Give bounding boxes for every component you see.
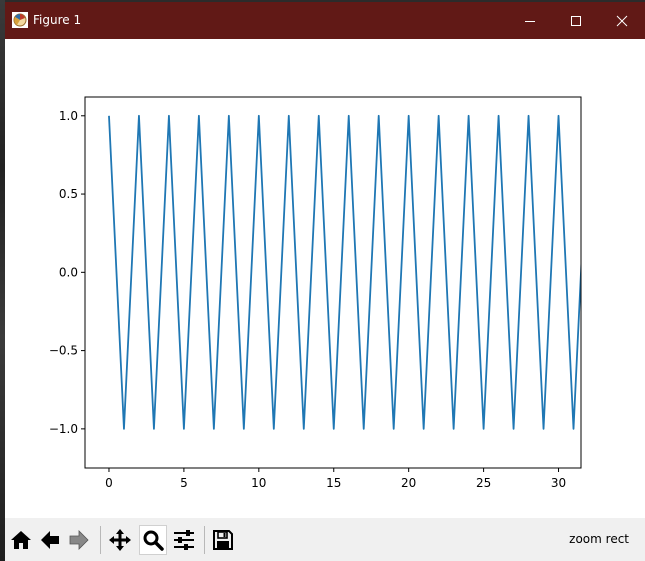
back-button[interactable] [36,525,64,555]
arrow-left-icon [41,531,59,549]
y-tick-label: 0.0 [59,265,78,279]
x-tick-label: 10 [251,476,266,490]
navigation-toolbar: zoom rect [5,518,645,561]
minimize-icon [525,20,535,22]
x-tick-label: 0 [105,476,113,490]
y-tick-label: 0.5 [59,187,78,201]
x-axis: 0 5 10 15 20 25 30 [105,468,566,490]
y-axis: 1.0 0.5 0.0 −0.5 −1.0 [49,109,85,436]
window-title: Figure 1 [33,13,82,27]
toolbar-separator [100,526,101,554]
forward-button[interactable] [65,525,93,555]
magnifier-icon [143,530,164,551]
toolbar-separator [204,526,205,554]
move-arrows-icon [109,529,131,551]
arrow-right-icon [69,530,89,550]
maximize-button[interactable] [553,2,599,39]
y-tick-label: 1.0 [59,109,78,123]
matplotlib-logo-icon [12,12,28,28]
zoom-button[interactable] [139,525,167,555]
x-tick-label: 20 [401,476,416,490]
y-tick-label: −1.0 [49,422,78,436]
home-icon [11,531,31,549]
home-button[interactable] [7,525,35,555]
x-tick-label: 15 [326,476,341,490]
save-button[interactable] [209,525,237,555]
y-tick-label: −0.5 [49,344,78,358]
close-button[interactable] [599,2,645,39]
close-icon [616,15,628,26]
status-message: zoom rect [569,532,629,546]
title-bar[interactable]: Figure 1 [5,2,645,39]
x-tick-label: 5 [180,476,188,490]
floppy-disk-icon [213,530,233,550]
sliders-icon [174,530,194,550]
x-tick-label: 30 [551,476,566,490]
line-chart[interactable]: 0 5 10 15 20 25 30 1.0 0.5 0.0 −0.5 −1.0 [5,39,645,518]
figure-window: Figure 1 0 5 10 15 20 25 30 1.0 0.5 0.0 −0.5 −1 [5,2,645,561]
configure-subplots-button[interactable] [170,525,198,555]
maximize-icon [571,15,581,26]
pan-button[interactable] [106,525,134,555]
minimize-button[interactable] [507,2,553,39]
figure-canvas[interactable]: 0 5 10 15 20 25 30 1.0 0.5 0.0 −0.5 −1.0 [5,39,645,518]
x-tick-label: 25 [476,476,491,490]
